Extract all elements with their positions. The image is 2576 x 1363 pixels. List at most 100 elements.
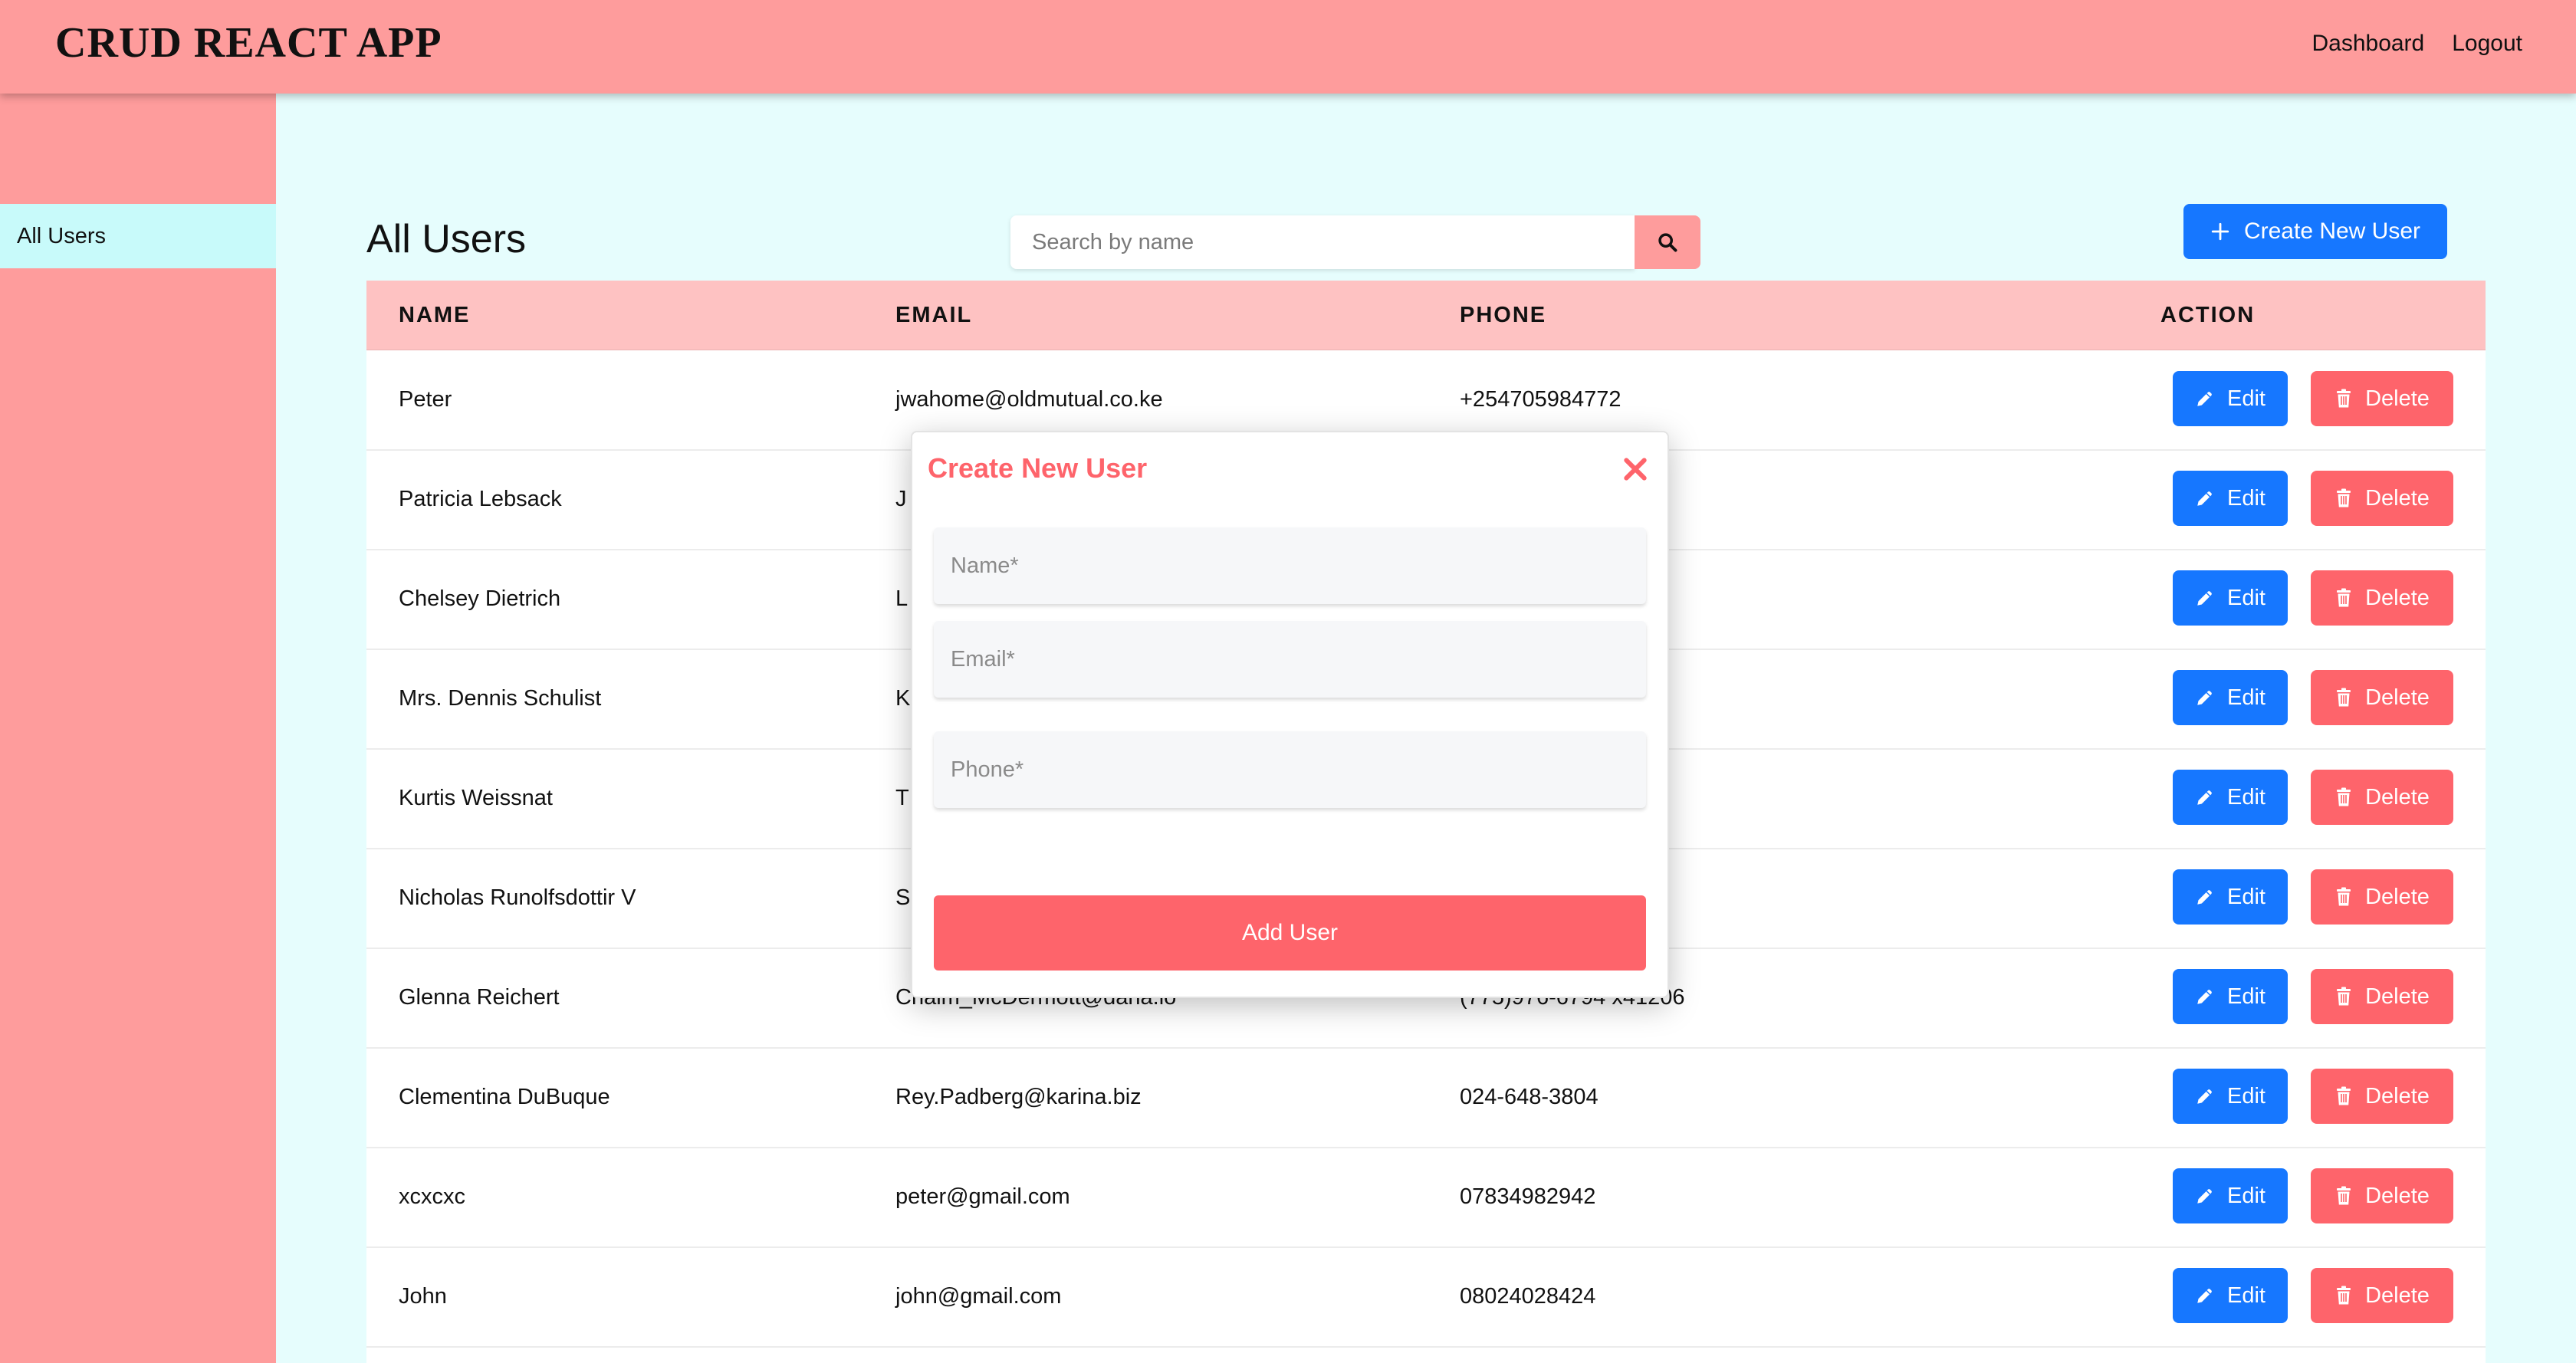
column-header-email: EMAIL <box>895 303 973 327</box>
table-row: John john@gmail.com 08024028424 Edit Delete <box>366 1246 2486 1348</box>
search-bar <box>1010 215 1700 269</box>
pencil-icon <box>2197 1289 2212 1303</box>
trash-icon <box>2337 1086 2351 1105</box>
create-user-modal: Create New User Add User <box>911 431 1669 998</box>
trash-icon <box>2337 1186 2351 1205</box>
top-navbar: CRUD REACT APP Dashboard Logout <box>0 0 2576 94</box>
delete-label: Delete <box>2365 784 2430 810</box>
close-icon <box>1624 458 1647 481</box>
cell-name: Patricia Lebsack <box>399 487 562 511</box>
delete-label: Delete <box>2365 1283 2430 1308</box>
edit-label: Edit <box>2227 685 2266 710</box>
column-header-phone: PHONE <box>1460 303 1547 327</box>
cell-email: john@gmail.com <box>895 1284 1062 1309</box>
table-header: NAME EMAIL PHONE ACTION <box>366 281 2486 350</box>
edit-button[interactable]: Edit <box>2173 869 2288 925</box>
delete-button[interactable]: Delete <box>2311 471 2453 526</box>
edit-label: Edit <box>2227 485 2266 511</box>
delete-button[interactable]: Delete <box>2311 371 2453 426</box>
name-field[interactable] <box>934 527 1646 604</box>
delete-button[interactable]: Delete <box>2311 570 2453 626</box>
column-header-action: ACTION <box>2160 303 2256 327</box>
create-new-user-button[interactable]: Create New User <box>2183 204 2447 259</box>
cell-name: Kurtis Weissnat <box>399 786 553 810</box>
cell-email: J <box>895 487 907 511</box>
modal-close-button[interactable] <box>1620 454 1651 484</box>
delete-button[interactable]: Delete <box>2311 1069 2453 1124</box>
delete-button[interactable]: Delete <box>2311 1268 2453 1323</box>
delete-label: Delete <box>2365 585 2430 610</box>
delete-button[interactable]: Delete <box>2311 869 2453 925</box>
edit-button[interactable]: Edit <box>2173 670 2288 725</box>
edit-button[interactable]: Edit <box>2173 969 2288 1024</box>
edit-button[interactable]: Edit <box>2173 1168 2288 1223</box>
edit-label: Edit <box>2227 784 2266 810</box>
delete-label: Delete <box>2365 386 2430 411</box>
pencil-icon <box>2197 392 2212 406</box>
delete-label: Delete <box>2365 884 2430 909</box>
cell-name: xcxcxc <box>399 1184 465 1209</box>
pencil-icon <box>2197 491 2212 506</box>
pencil-icon <box>2197 1189 2212 1204</box>
trash-icon <box>2337 389 2351 408</box>
delete-label: Delete <box>2365 1083 2430 1108</box>
cell-name: Peter <box>399 387 452 412</box>
pencil-icon <box>2197 591 2212 606</box>
app-title: CRUD REACT APP <box>55 19 442 67</box>
delete-button[interactable]: Delete <box>2311 969 2453 1024</box>
delete-button[interactable]: Delete <box>2311 1168 2453 1223</box>
search-button[interactable] <box>1635 215 1700 269</box>
trash-icon <box>2337 987 2351 1006</box>
cell-email: Rey.Padberg@karina.biz <box>895 1085 1142 1109</box>
trash-icon <box>2337 887 2351 906</box>
page-title: All Users <box>366 217 527 261</box>
search-input[interactable] <box>1010 215 1635 269</box>
edit-button[interactable]: Edit <box>2173 1268 2288 1323</box>
delete-label: Delete <box>2365 984 2430 1009</box>
delete-button[interactable]: Delete <box>2311 770 2453 825</box>
trash-icon <box>2337 688 2351 707</box>
edit-label: Edit <box>2227 1083 2266 1108</box>
cell-name: John <box>399 1284 447 1309</box>
cell-email: S <box>895 885 911 910</box>
logout-link[interactable]: Logout <box>2452 31 2522 57</box>
cell-name: Nicholas Runolfsdottir V <box>399 885 636 910</box>
sidebar-item-all-users[interactable]: All Users <box>0 204 276 268</box>
edit-button[interactable]: Edit <box>2173 770 2288 825</box>
pencil-icon <box>2197 990 2212 1004</box>
pencil-icon <box>2197 790 2212 805</box>
edit-button[interactable]: Edit <box>2173 371 2288 426</box>
trash-icon <box>2337 1286 2351 1305</box>
cell-phone: 08024028424 <box>1460 1284 1596 1309</box>
edit-button[interactable]: Edit <box>2173 570 2288 626</box>
cell-name: Mrs. Dennis Schulist <box>399 686 602 711</box>
delete-button[interactable]: Delete <box>2311 670 2453 725</box>
delete-label: Delete <box>2365 1183 2430 1208</box>
plus-icon <box>2211 222 2229 241</box>
column-header-name: NAME <box>399 303 471 327</box>
edit-label: Edit <box>2227 884 2266 909</box>
cell-email: T <box>895 786 909 810</box>
trash-icon <box>2337 588 2351 607</box>
add-user-label: Add User <box>1241 920 1339 945</box>
add-user-button[interactable]: Add User <box>934 895 1646 971</box>
phone-field[interactable] <box>934 731 1646 808</box>
table-row: xcxcxc peter@gmail.com 07834982942 Edit Dele… <box>366 1147 2486 1248</box>
create-new-user-label: Create New User <box>2243 218 2421 244</box>
edit-button[interactable]: Edit <box>2173 471 2288 526</box>
cell-name: Glenna Reichert <box>399 985 560 1010</box>
top-nav: Dashboard Logout <box>2312 31 2522 57</box>
cell-name: Clementina DuBuque <box>399 1085 610 1109</box>
delete-label: Delete <box>2365 485 2430 511</box>
cell-phone: 07834982942 <box>1460 1184 1596 1209</box>
cell-name: Chelsey Dietrich <box>399 586 561 611</box>
edit-button[interactable]: Edit <box>2173 1069 2288 1124</box>
search-icon <box>1658 233 1677 252</box>
pencil-icon <box>2197 1089 2212 1104</box>
cell-phone: 024-648-3804 <box>1460 1085 1598 1109</box>
trash-icon <box>2337 488 2351 507</box>
email-field[interactable] <box>934 621 1646 698</box>
cell-email: peter@gmail.com <box>895 1184 1070 1209</box>
modal-title: Create New User <box>928 452 1148 484</box>
dashboard-link[interactable]: Dashboard <box>2312 31 2424 57</box>
